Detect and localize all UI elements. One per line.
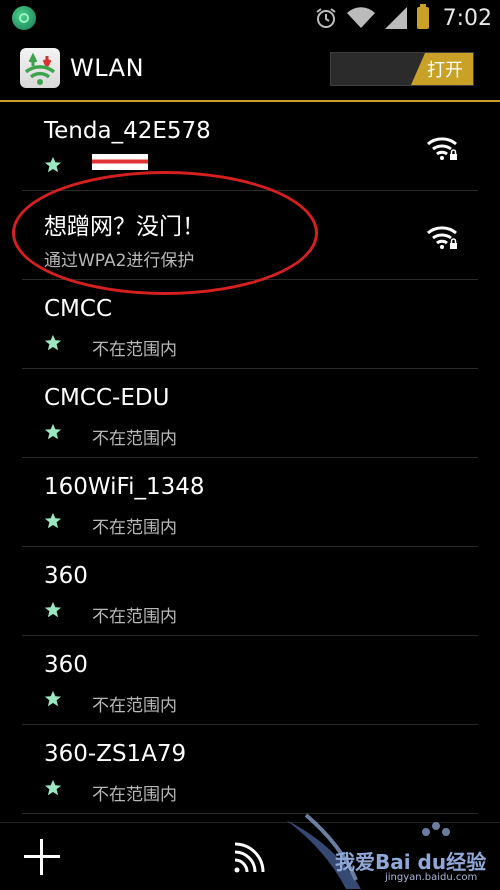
toggle-on-label: 打开 <box>411 53 473 85</box>
network-item[interactable]: 160WiFi_1348 不在范围内 <box>22 458 478 547</box>
network-name: 想蹭网？没门！ <box>44 214 205 240</box>
add-network-icon[interactable] <box>24 839 60 875</box>
action-bar: WLAN 打开 <box>0 38 500 102</box>
wps-scan-icon[interactable] <box>232 841 266 875</box>
saved-star-icon <box>44 334 62 351</box>
network-name: 360-ZS1A79 <box>44 741 187 767</box>
network-list: Tenda_42E578 想蹭网？没门！ 通过WPA2进行保护 CMCC 不在范… <box>22 102 478 814</box>
status-time: 7:02 <box>442 5 492 31</box>
network-name: CMCC <box>44 296 113 322</box>
network-name: CMCC-EDU <box>44 385 170 411</box>
network-status: 不在范围内 <box>92 607 177 627</box>
network-name: Tenda_42E578 <box>44 118 211 144</box>
network-item[interactable]: 360-ZS1A79 不在范围内 <box>22 725 478 814</box>
wifi-lock-icon <box>427 226 457 249</box>
saved-star-icon <box>44 423 62 440</box>
network-item[interactable]: 想蹭网？没门！ 通过WPA2进行保护 <box>22 191 478 280</box>
status-icons: 7:02 <box>315 0 492 36</box>
network-name: 360 <box>44 563 88 589</box>
network-status: 不在范围内 <box>92 696 177 716</box>
network-name: 160WiFi_1348 <box>44 474 205 500</box>
saved-star-icon <box>44 779 62 796</box>
network-status: 不在范围内 <box>92 518 177 538</box>
network-name: 360 <box>44 652 88 678</box>
network-item[interactable]: 360 不在范围内 <box>22 547 478 636</box>
network-item[interactable]: CMCC-EDU 不在范围内 <box>22 369 478 458</box>
saved-star-icon <box>44 512 62 529</box>
alarm-icon <box>315 8 336 28</box>
saved-star-icon <box>44 601 62 618</box>
app-notification-icon <box>12 6 36 30</box>
wlan-toggle[interactable]: 打开 <box>330 52 474 86</box>
redacted-status <box>92 154 148 170</box>
network-status: 不在范围内 <box>92 340 177 360</box>
saved-star-icon <box>44 156 62 173</box>
wlan-app-icon <box>20 48 60 88</box>
network-status: 不在范围内 <box>92 785 177 805</box>
signal-icon <box>384 7 407 29</box>
network-item[interactable]: Tenda_42E578 <box>22 102 478 191</box>
watermark-url: jingyan.baidu.com <box>385 872 478 883</box>
network-status: 不在范围内 <box>92 429 177 449</box>
page-title: WLAN <box>70 54 145 82</box>
watermark-text: 我爱Bai du经验 <box>335 850 487 874</box>
wifi-icon <box>346 7 375 29</box>
network-status: 通过WPA2进行保护 <box>44 251 195 271</box>
status-bar: 7:02 <box>0 0 500 36</box>
network-item[interactable]: CMCC 不在范围内 <box>22 280 478 369</box>
saved-star-icon <box>44 690 62 707</box>
network-item[interactable]: 360 不在范围内 <box>22 636 478 725</box>
battery-icon <box>416 4 429 29</box>
wifi-lock-icon <box>427 137 457 160</box>
